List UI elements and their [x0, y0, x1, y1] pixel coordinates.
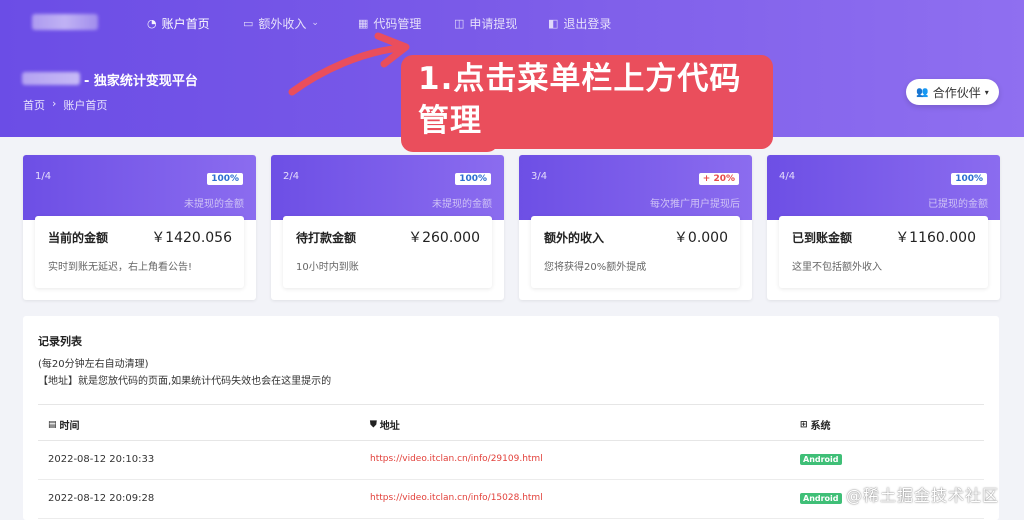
row-url-link[interactable]: https://video.itclan.cn/info/29109.html [370, 454, 543, 464]
watermark: @稀土掘金技术社区 [846, 486, 1000, 505]
table-header: ▤ 时间 ⛊ 地址 ⊞ 系统 [38, 404, 984, 441]
records-note-address: 【地址】就是您放代码的页面,如果统计代码失效也会在这里提示的 [38, 376, 332, 387]
column-header-address[interactable]: ⛊ 地址 [370, 417, 400, 433]
card-badge: 100% [455, 173, 491, 185]
partner-button-label: 合作伙伴 [932, 85, 981, 100]
card-amount: ￥0.000 [673, 230, 728, 246]
nav-item-label: 代码管理 [373, 16, 422, 31]
row-time: 2022-08-12 20:10:33 [48, 454, 155, 465]
card-note: 实时到账无延迟，右上角看公告! [48, 262, 193, 273]
card-badge: 100% [207, 173, 243, 185]
logout-icon: ◧ [548, 16, 559, 30]
site-name-blurred [22, 72, 80, 85]
column-header-time[interactable]: ▤ 时间 [48, 417, 80, 433]
money-icon: ◫ [454, 16, 465, 30]
shield-icon: ⛊ [370, 419, 377, 430]
card-label: 当前的金额 [48, 231, 109, 245]
table-row: 2022-08-12 20:09:28 https://video.itclan… [38, 480, 984, 519]
card-amount: ￥1160.000 [895, 230, 976, 246]
calendar-icon: ▤ [48, 419, 57, 430]
card-index: 1/4 [35, 171, 52, 182]
column-label: 时间 [59, 421, 80, 432]
card-body: 已到账金额 ￥1160.000 这里不包括额外收入 [779, 216, 988, 288]
card-amount: ￥260.000 [408, 230, 480, 246]
table-row: 2022-08-12 20:10:33 https://video.itclan… [38, 441, 984, 480]
stat-card-current-amount: 1/4 100% 未提现的金额 当前的金额 ￥1420.056 实时到账无延迟，… [23, 155, 256, 300]
card-amount: ￥1420.056 [151, 230, 232, 246]
row-time: 2022-08-12 20:09:28 [48, 493, 155, 504]
os-badge: Android [800, 493, 842, 504]
card-header [767, 155, 1000, 220]
card-header [23, 155, 256, 220]
nav-item-withdraw[interactable]: ◫ 申请提现 [454, 15, 517, 31]
card-index: 2/4 [283, 171, 300, 182]
column-label: 系统 [810, 421, 831, 432]
row-url-link[interactable]: https://video.itclan.cn/info/15028.html [370, 493, 543, 503]
card-index: 3/4 [531, 171, 548, 182]
card-subtitle: 已提现的金额 [928, 199, 988, 210]
column-header-system[interactable]: ⊞ 系统 [800, 417, 831, 433]
stat-card-received-amount: 4/4 100% 已提现的金额 已到账金额 ￥1160.000 这里不包括额外收… [767, 155, 1000, 300]
windows-icon: ⊞ [800, 419, 808, 430]
annotation-text: 1.点击菜单栏上方代码管理 [418, 61, 742, 139]
stat-card-pending-payment: 2/4 100% 未提现的金额 待打款金额 ￥260.000 10小时内到账 [271, 155, 504, 300]
breadcrumb-home[interactable]: 首页 [23, 97, 45, 113]
column-label: 地址 [379, 421, 400, 432]
row-os: Android [800, 454, 842, 465]
card-body: 待打款金额 ￥260.000 10小时内到账 [283, 216, 492, 288]
nav-item-label: 退出登录 [563, 16, 612, 31]
nav-item-code-management[interactable]: ▦ 代码管理 [358, 15, 421, 31]
nav-item-label: 申请提现 [469, 16, 518, 31]
card-header [271, 155, 504, 220]
top-nav: ◔ 账户首页 ▭ 额外收入 ⌄ ▦ 代码管理 ◫ 申请提现 ◧ 退出登录 [0, 0, 1024, 46]
page-title: - 独家统计变现平台 [84, 74, 198, 89]
wallet-icon: ▭ [243, 16, 254, 30]
records-note-cleanup: (每20分钟左右自动清理) [38, 359, 149, 370]
logo[interactable] [32, 14, 98, 30]
os-badge: Android [800, 454, 842, 465]
card-label: 额外的收入 [544, 231, 605, 245]
nav-item-label: 额外收入 [258, 16, 307, 31]
card-subtitle: 每次推广用户提现后 [650, 199, 740, 210]
card-note: 您将获得20%额外提成 [544, 262, 647, 273]
card-label: 待打款金额 [296, 231, 357, 245]
card-badge: 100% [951, 173, 987, 185]
breadcrumb-separator: › [52, 97, 57, 110]
card-badge: + 20% [698, 173, 739, 185]
partner-button[interactable]: 👥 合作伙伴 ▾ [906, 79, 999, 105]
card-label: 已到账金额 [792, 231, 853, 245]
caret-down-icon: ▾ [984, 87, 989, 97]
grid-icon: ▦ [358, 16, 369, 30]
nav-item-label: 账户首页 [161, 16, 210, 31]
dashboard-icon: ◔ [147, 16, 157, 30]
chevron-down-icon: ⌄ [311, 18, 319, 28]
users-icon: 👥 [916, 86, 929, 98]
card-subtitle: 未提现的金额 [184, 199, 244, 210]
nav-item-logout[interactable]: ◧ 退出登录 [548, 15, 611, 31]
nav-item-account-home[interactable]: ◔ 账户首页 [147, 15, 210, 31]
stat-card-extra-income: 3/4 + 20% 每次推广用户提现后 额外的收入 ￥0.000 您将获得20%… [519, 155, 752, 300]
card-note: 这里不包括额外收入 [792, 262, 882, 273]
card-note: 10小时内到账 [296, 262, 359, 273]
breadcrumb: 首页 › 账户首页 [23, 97, 107, 113]
card-body: 额外的收入 ￥0.000 您将获得20%额外提成 [531, 216, 740, 288]
card-body: 当前的金额 ￥1420.056 实时到账无延迟，右上角看公告! [35, 216, 244, 288]
nav-item-extra-income[interactable]: ▭ 额外收入 ⌄ [243, 15, 319, 31]
card-subtitle: 未提现的金额 [432, 199, 492, 210]
card-header [519, 155, 752, 220]
breadcrumb-current: 账户首页 [63, 99, 108, 112]
card-index: 4/4 [779, 171, 796, 182]
records-title: 记录列表 [38, 335, 82, 348]
row-os: Android [800, 493, 842, 504]
